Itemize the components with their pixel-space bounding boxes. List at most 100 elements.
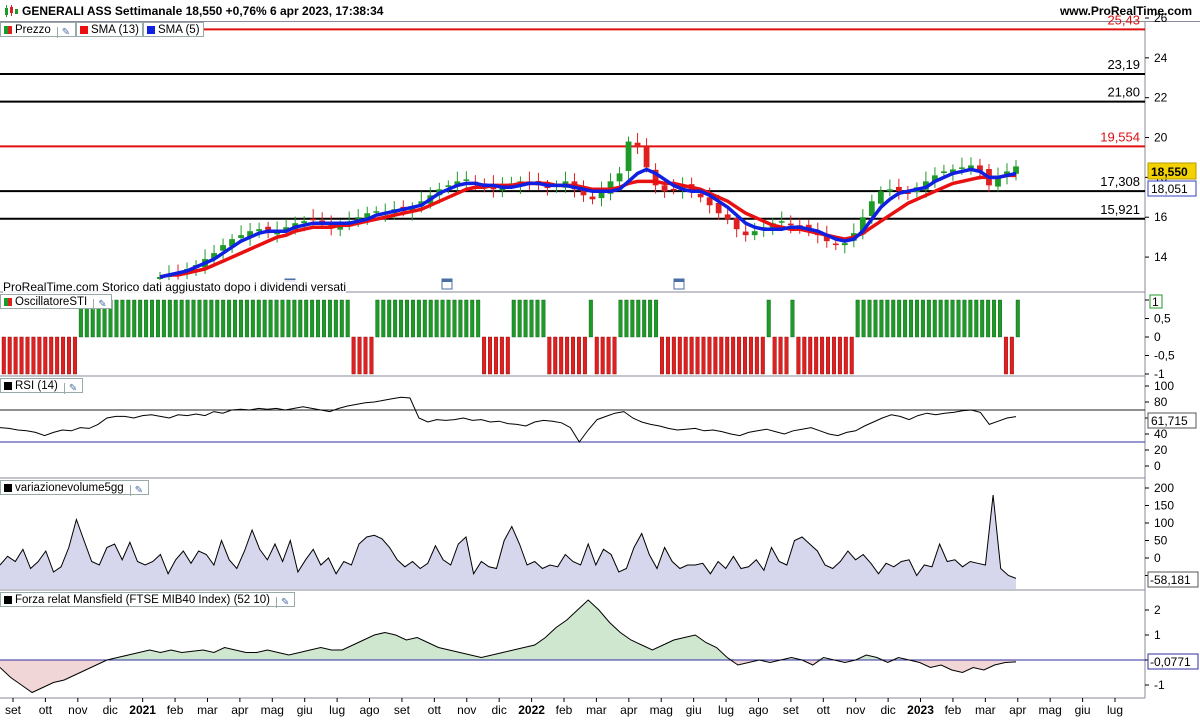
- candle: [616, 173, 623, 182]
- sti-bar: [132, 299, 137, 338]
- calendar-icon: [673, 278, 685, 290]
- sti-bar: [67, 336, 71, 375]
- sti-last-label: 1: [1152, 295, 1159, 309]
- sti-bar: [630, 299, 635, 338]
- sti-bar: [345, 299, 350, 338]
- candle: [941, 171, 947, 174]
- candle: [886, 189, 893, 192]
- sti-bar: [826, 336, 831, 375]
- x-tick-label: 2022: [518, 703, 545, 717]
- candle: [661, 185, 668, 192]
- legend-sma5[interactable]: SMA (5): [143, 22, 204, 37]
- sti-bar: [262, 299, 267, 338]
- x-tick-label: giu: [297, 703, 313, 717]
- candle: [751, 231, 758, 236]
- sti-bar: [161, 299, 166, 338]
- sti-bar: [286, 299, 291, 338]
- legend-volume[interactable]: variazionevolume5gg ✎: [0, 480, 149, 496]
- legend-mansfield[interactable]: Forza relat Mansfield (FTSE MIB40 Index)…: [0, 592, 296, 608]
- sti-bar: [114, 299, 119, 338]
- last-price-label: 18,550: [1151, 165, 1188, 179]
- site-link[interactable]: www.ProRealTime.com: [1060, 4, 1192, 18]
- candle: [301, 221, 308, 224]
- sti-bar: [120, 299, 125, 338]
- x-tick-label: apr: [231, 703, 248, 717]
- volume-area: [0, 495, 1016, 589]
- x-tick-label: mag: [1039, 703, 1062, 717]
- sti-bar: [731, 336, 736, 375]
- candle: [634, 142, 641, 148]
- vol-tick-label: 150: [1154, 499, 1174, 513]
- wrench-icon[interactable]: ✎: [64, 383, 79, 394]
- sti-bar: [980, 299, 985, 338]
- sti-bar: [167, 299, 172, 338]
- sti-bar: [689, 336, 694, 375]
- level-label: 19,554: [1100, 129, 1140, 144]
- sti-bar: [470, 299, 475, 338]
- sti-tick-label: 0: [1154, 330, 1161, 344]
- legend-price-label: Prezzo: [15, 24, 51, 36]
- sti-bar: [434, 299, 439, 338]
- mansfield-tick-label: -1: [1154, 678, 1165, 692]
- sti-bar: [256, 299, 261, 338]
- sti-bar: [381, 299, 386, 338]
- sti-tick-label: -0,5: [1154, 349, 1175, 363]
- legend-sti[interactable]: OscillatoreSTI ✎: [0, 294, 113, 310]
- legend-price[interactable]: Prezzo ✎: [0, 22, 76, 38]
- level-label: 21,80: [1107, 85, 1140, 100]
- sti-bar: [903, 299, 908, 338]
- mansfield-last-label: -0,0771: [1150, 655, 1191, 669]
- sti-bar: [695, 336, 700, 375]
- legend-rsi[interactable]: RSI (14) ✎: [0, 378, 84, 394]
- x-tick-label: feb: [945, 703, 962, 717]
- price-tick-label: 16: [1154, 210, 1168, 224]
- legend-mansfield-label: Forza relat Mansfield (FTSE MIB40 Index)…: [15, 594, 271, 606]
- wrench-icon[interactable]: ✎: [57, 27, 72, 38]
- rsi-tick-label: 0: [1154, 459, 1161, 473]
- sti-bar: [428, 299, 433, 338]
- sti-bar: [743, 336, 747, 375]
- sti-bar: [49, 336, 54, 375]
- sti-bar: [393, 299, 398, 338]
- sti-bar: [885, 299, 890, 338]
- sti-bar: [322, 299, 326, 338]
- sti-bar: [363, 336, 368, 375]
- sti-bar: [642, 299, 647, 338]
- sti-bar: [298, 299, 303, 338]
- x-tick-label: lug: [718, 703, 734, 717]
- x-tick-label: set: [5, 703, 22, 717]
- wrench-icon[interactable]: ✎: [93, 299, 108, 310]
- sti-bar: [410, 299, 415, 338]
- sti-bar: [499, 336, 504, 375]
- vol-tick-label: 100: [1154, 516, 1174, 530]
- sti-bar: [808, 336, 813, 375]
- candle: [742, 231, 749, 236]
- x-tick-label: nov: [846, 703, 865, 717]
- level-label: 23,19: [1107, 57, 1140, 72]
- sti-bar: [861, 299, 866, 338]
- sti-bar: [897, 299, 902, 338]
- x-tick-label: lug: [329, 703, 345, 717]
- legend-sma13[interactable]: SMA (13): [76, 22, 143, 37]
- sti-bar: [523, 299, 528, 338]
- sti-bar: [292, 299, 297, 338]
- sti-bar: [778, 336, 783, 375]
- sti-bar: [998, 299, 1002, 338]
- x-tick-label: apr: [1009, 703, 1026, 717]
- candle: [238, 235, 244, 238]
- mansfield-tick-label: 2: [1154, 603, 1161, 617]
- sti-bar: [505, 336, 510, 375]
- volume-swatch-icon: [4, 484, 12, 492]
- sti-bar: [310, 299, 315, 338]
- sti-bar: [250, 299, 255, 338]
- candle: [670, 188, 677, 191]
- sti-bar: [648, 299, 653, 338]
- candlestick-logo-icon: [5, 5, 18, 17]
- wrench-icon[interactable]: ✎: [129, 485, 145, 496]
- sti-bar: [387, 299, 392, 338]
- sti-bar: [150, 299, 155, 338]
- sti-bar: [274, 299, 279, 338]
- x-tick-label: nov: [457, 703, 476, 717]
- sma-value-label: 18,051: [1151, 182, 1188, 196]
- wrench-icon[interactable]: ✎: [276, 597, 291, 608]
